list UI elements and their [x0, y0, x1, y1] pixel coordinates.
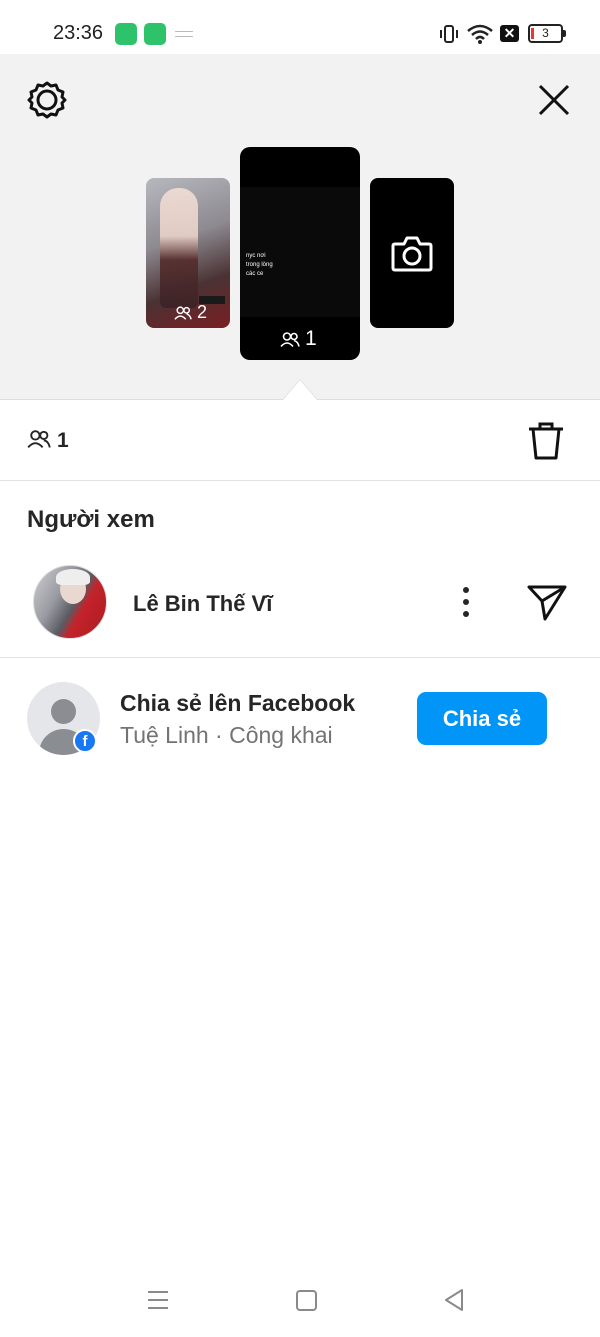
- vibrate-icon: [440, 25, 458, 43]
- viewer-list-item[interactable]: Lê Bin Thế Vĩ: [0, 560, 600, 658]
- app-notification-icon: [115, 23, 137, 45]
- story-caption: nyc nơi trong lòng các ce: [246, 253, 273, 277]
- facebook-icon: f: [73, 729, 97, 753]
- people-icon: [280, 331, 300, 347]
- selection-pointer: [283, 380, 317, 400]
- send-icon[interactable]: [526, 582, 568, 622]
- gear-icon[interactable]: [27, 80, 67, 120]
- app-notification-icon: [144, 23, 166, 45]
- more-icon[interactable]: [455, 585, 477, 619]
- menu-icon[interactable]: [147, 1290, 169, 1310]
- share-button[interactable]: Chia sẻ: [417, 692, 547, 745]
- people-icon: [27, 430, 51, 449]
- story-thumbnail-selected[interactable]: nyc nơi trong lòng các ce 1: [240, 147, 360, 360]
- viewer-summary-row: 1: [0, 400, 600, 481]
- home-icon[interactable]: [296, 1290, 317, 1311]
- wifi-icon: [467, 24, 493, 44]
- avatar-placeholder-head: [51, 699, 76, 724]
- avatar[interactable]: [33, 565, 107, 639]
- trash-icon[interactable]: [527, 421, 565, 461]
- story-image: [160, 188, 198, 308]
- system-nav-bar: [0, 1270, 600, 1337]
- notification-icon: [175, 31, 193, 37]
- back-icon[interactable]: [443, 1288, 465, 1312]
- close-icon[interactable]: [534, 80, 574, 120]
- avatar-hair: [56, 569, 90, 585]
- no-sim-icon: ✕: [500, 25, 519, 42]
- battery-icon: 3: [528, 24, 566, 43]
- viewer-name[interactable]: Lê Bin Thế Vĩ: [133, 591, 272, 617]
- viewer-count: 1: [57, 429, 69, 452]
- camera-icon: [391, 236, 433, 272]
- story-viewer-count: 1: [280, 327, 317, 351]
- people-icon: [174, 305, 192, 320]
- story-thumbnail[interactable]: 2: [146, 178, 230, 328]
- add-story-button[interactable]: [370, 178, 454, 328]
- share-subtitle: Tuệ Linh · Công khai: [120, 722, 333, 748]
- section-title-viewers: Người xem: [27, 506, 155, 533]
- story-viewer-count: 2: [174, 302, 207, 323]
- status-bar: 23:36 ✕ 3: [0, 0, 600, 54]
- share-title: Chia sẻ lên Facebook: [120, 690, 356, 716]
- status-time: 23:36: [53, 22, 104, 44]
